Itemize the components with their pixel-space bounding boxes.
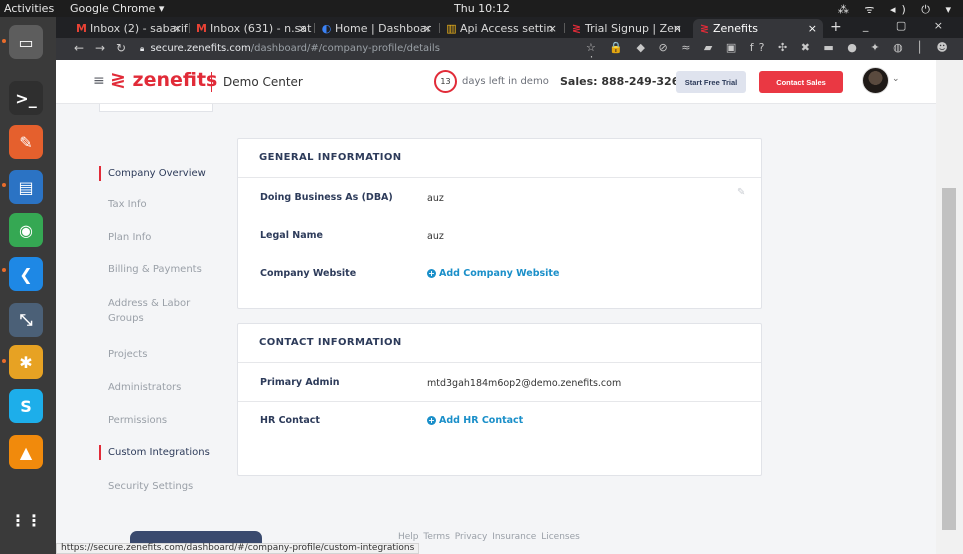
lock-icon: 🔒︎	[140, 44, 145, 53]
api-icon: ▥	[446, 22, 457, 35]
back-icon[interactable]: ←	[74, 41, 84, 55]
forward-icon[interactable]: →	[95, 41, 105, 55]
tab-inbox-sabari[interactable]: M Inbox (2) - sabarif ×	[70, 19, 188, 38]
sidebar-item-security-settings[interactable]: Security Settings	[99, 479, 217, 494]
plus-icon: +	[427, 416, 436, 425]
address-bar[interactable]: 🔒︎ secure.zenefits.com/dashboard/#/compa…	[140, 40, 440, 58]
footer-links[interactable]: Help Terms Privacy Insurance Licenses	[398, 532, 580, 542]
zenefits-logo[interactable]: ≷ zenefits	[110, 69, 217, 91]
add-hr-contact-link[interactable]: + Add HR Contact	[427, 415, 523, 426]
dba-label: Doing Business As (DBA)	[260, 192, 393, 203]
sidebar-item-projects[interactable]: Projects	[99, 347, 217, 362]
contact-information-title: CONTACT INFORMATION	[259, 337, 402, 348]
sidebar-item-plan-info[interactable]: Plan Info	[99, 230, 217, 245]
new-tab-button[interactable]: +	[830, 19, 842, 35]
start-free-trial-button[interactable]: Start Free Trial	[676, 71, 746, 93]
pen-icon[interactable]: ✎	[9, 125, 43, 159]
close-icon[interactable]: ×	[548, 19, 557, 38]
browser-window: M Inbox (2) - sabarif × M Inbox (631) - n.s…	[56, 17, 963, 554]
network-icon[interactable]: ⤡	[9, 303, 43, 337]
app-header: ≡ ≷ zenefits Demo Center 13 days left in…	[56, 60, 936, 104]
dock: ▭ >_ ✎ ▤ ◉ ❮ ⤡ ✱ S ▲ ⋮⋮	[0, 17, 56, 554]
vscode-icon[interactable]: ❮	[9, 257, 43, 291]
add-company-website-link[interactable]: + Add Company Website	[427, 268, 559, 279]
tab-strip: M Inbox (2) - sabarif × M Inbox (631) - n.s…	[56, 17, 963, 38]
avatar[interactable]	[862, 67, 889, 94]
sidebar-item-tax-info[interactable]: Tax Info	[99, 197, 217, 212]
close-icon[interactable]: ×	[298, 19, 307, 38]
system-tray[interactable]: ⁂ ᯤ ◂) ⏻ ▾	[838, 2, 957, 17]
slack-icon[interactable]: ✱	[9, 345, 43, 379]
terminal-icon[interactable]: >_	[9, 81, 43, 115]
scrollbar-thumb[interactable]	[942, 188, 956, 530]
zenefits-icon: ≷	[571, 22, 582, 35]
tab-zenefits[interactable]: ≷ Zenefits ×	[693, 19, 823, 38]
reload-icon[interactable]: ↻	[116, 41, 126, 55]
activities-button[interactable]: Activities	[4, 2, 54, 15]
gmail-icon: M	[76, 22, 87, 35]
tab-home-dashboard[interactable]: ◐ Home | Dashboar ×	[315, 19, 438, 38]
sidebar-item-administrators[interactable]: Administrators	[99, 380, 217, 395]
url-host: secure.zenefits.com	[150, 43, 251, 54]
sidebar-top-box	[99, 104, 213, 112]
close-icon[interactable]: ×	[808, 19, 817, 38]
dashboard-icon: ◐	[321, 22, 332, 35]
legal-name-label: Legal Name	[260, 230, 323, 241]
menu-icon[interactable]: ≡	[93, 73, 105, 89]
primary-admin-label: Primary Admin	[260, 377, 340, 388]
scrollbar[interactable]	[936, 60, 963, 554]
files-icon[interactable]: ▭	[9, 25, 43, 59]
sales-phone: Sales: 888-249-3263	[560, 75, 688, 88]
general-information-card: GENERAL INFORMATION Doing Business As (D…	[237, 138, 762, 309]
pencil-icon[interactable]: ✎	[737, 187, 745, 198]
contact-sales-button[interactable]: Contact Sales	[759, 71, 843, 93]
close-icon[interactable]: ×	[173, 19, 182, 38]
close-icon[interactable]: ×	[423, 19, 432, 38]
zenefits-icon: ≷	[699, 22, 710, 35]
document-viewer-icon[interactable]: ▤	[9, 170, 43, 204]
primary-admin-value: mtd3gah184m6op2@demo.zenefits.com	[427, 378, 622, 389]
hr-contact-label: HR Contact	[260, 415, 320, 426]
gmail-icon: M	[196, 22, 207, 35]
tab-api-access[interactable]: ▥ Api Access settin ×	[440, 19, 563, 38]
chevron-down-icon[interactable]: ⌄	[892, 74, 900, 84]
days-left-ring: 13	[434, 70, 457, 93]
plus-icon: +	[427, 269, 436, 278]
tab-inbox-nsat[interactable]: M Inbox (631) - n.sat ×	[190, 19, 313, 38]
close-icon[interactable]: ×	[673, 19, 682, 38]
running-indicator	[2, 359, 6, 363]
sidebar-item-custom-integrations[interactable]: Custom Integrations	[99, 445, 217, 460]
general-information-title: GENERAL INFORMATION	[259, 152, 402, 163]
running-indicator	[2, 39, 6, 43]
chrome-icon[interactable]: ◉	[9, 213, 43, 247]
app-grid-icon[interactable]: ⋮⋮	[9, 503, 43, 537]
legal-name-value: auz	[427, 231, 444, 242]
sidebar-item-permissions[interactable]: Permissions	[99, 413, 217, 428]
dba-value: auz	[427, 193, 444, 204]
contact-information-card: CONTACT INFORMATION Primary Admin mtd3ga…	[237, 323, 762, 476]
sidebar-item-company-overview[interactable]: Company Overview	[99, 166, 217, 181]
running-indicator	[2, 268, 6, 272]
sidebar: Company Overview Tax Info Plan Info Bill…	[99, 104, 217, 504]
skype-icon[interactable]: S	[9, 389, 43, 423]
system-top-bar: Activities Google Chrome ▾ Thu 10:12 ⁂ ᯤ…	[0, 0, 963, 17]
url-path: /dashboard/#/company-profile/details	[250, 43, 440, 54]
divider	[211, 72, 212, 92]
window-controls[interactable]: _ ▢ ×	[863, 19, 955, 32]
sidebar-item-billing-payments[interactable]: Billing & Payments	[99, 262, 217, 277]
app-menu[interactable]: Google Chrome ▾	[70, 2, 164, 15]
page-content: ≡ ≷ zenefits Demo Center 13 days left in…	[56, 60, 936, 554]
vlc-icon[interactable]: ▲	[9, 435, 43, 469]
demo-center-label: Demo Center	[223, 75, 303, 89]
running-indicator	[2, 183, 6, 187]
link-status-bubble: https://secure.zenefits.com/dashboard/#/…	[56, 543, 420, 554]
tab-trial-signup[interactable]: ≷ Trial Signup | Zen ×	[565, 19, 688, 38]
browser-toolbar: ← → ↻ 🔒︎ secure.zenefits.com/dashboard/#…	[56, 38, 963, 67]
company-website-label: Company Website	[260, 268, 357, 279]
days-left-text: days left in demo	[462, 76, 549, 87]
clock[interactable]: Thu 10:12	[454, 2, 510, 15]
sidebar-item-address-labor-groups[interactable]: Address & Labor Groups	[99, 296, 199, 326]
